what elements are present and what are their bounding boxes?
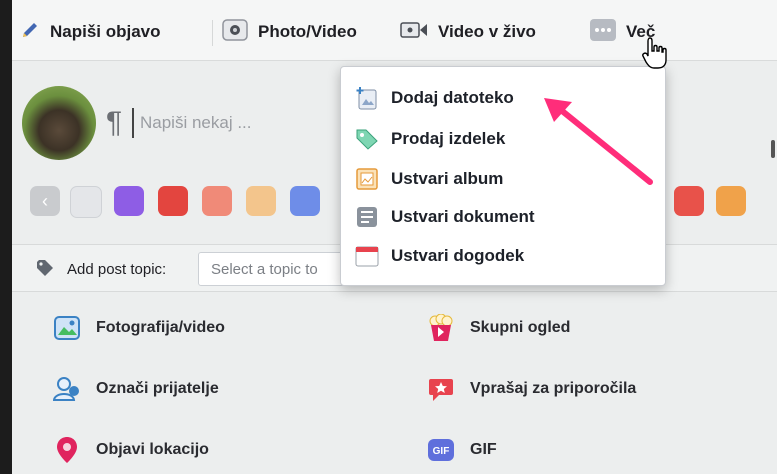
action-tag-friends[interactable]: Označi prijatelje: [52, 374, 219, 404]
action-check-in[interactable]: Objavi lokacijo: [52, 435, 209, 465]
tag-icon: [36, 259, 56, 282]
chevron-left-icon[interactable]: ‹: [30, 186, 60, 216]
color-swatch[interactable]: [202, 186, 232, 216]
action-ask-recommendations[interactable]: Vprašaj za priporočila: [426, 374, 636, 404]
annotation-arrow-icon: [544, 98, 653, 185]
svg-text:GIF: GIF: [433, 446, 450, 457]
document-icon: [355, 205, 379, 229]
add-file-icon: [355, 86, 379, 110]
post-composer: Napiši objavo Photo/Video Video v živo V…: [12, 0, 777, 474]
camera-icon: [222, 18, 248, 46]
action-watch-party-label: Skupni ogled: [470, 319, 571, 336]
color-swatch[interactable]: [290, 186, 320, 216]
color-swatch[interactable]: [674, 186, 704, 216]
tab-write-post[interactable]: Napiši objavo: [20, 18, 161, 46]
color-swatch[interactable]: [70, 186, 102, 218]
recommendation-star-icon: [426, 374, 456, 404]
tag-icon: [355, 127, 379, 151]
tab-write-post-label: Napiši objavo: [50, 22, 161, 41]
avatar[interactable]: [22, 86, 96, 160]
popcorn-icon: [426, 313, 456, 343]
post-text-input[interactable]: [132, 108, 350, 138]
album-icon: [355, 167, 379, 191]
tab-live-video[interactable]: Video v živo: [400, 18, 536, 46]
paragraph-icon[interactable]: ¶: [106, 106, 122, 140]
action-ask-recommendations-label: Vprašaj za priporočila: [470, 380, 637, 397]
menu-item-create-document[interactable]: Ustvari dokument: [355, 202, 535, 232]
action-gif-label: GIF: [470, 441, 497, 458]
menu-item-label: Dodaj datoteko: [391, 88, 514, 107]
color-swatch[interactable]: [114, 186, 144, 216]
scrollbar[interactable]: [771, 140, 775, 158]
color-swatch[interactable]: [158, 186, 188, 216]
menu-item-label: Ustvari album: [391, 169, 504, 188]
menu-item-label: Ustvari dokument: [391, 207, 535, 226]
calendar-icon: [355, 244, 379, 268]
menu-item-create-event[interactable]: Ustvari dogodek: [355, 241, 524, 271]
menu-item-sell-product[interactable]: Prodaj izdelek: [355, 124, 505, 154]
action-photo-video-label: Fotografija/video: [96, 319, 225, 336]
tab-photo-video[interactable]: Photo/Video: [222, 18, 357, 46]
action-tag-friends-label: Označi prijatelje: [96, 380, 219, 397]
hand-cursor-icon: [642, 37, 667, 69]
menu-item-label: Ustvari dogodek: [391, 246, 525, 265]
photo-icon: [52, 313, 82, 343]
more-dots-icon: [590, 18, 616, 46]
tab-photo-video-label: Photo/Video: [258, 22, 357, 41]
topic-label: Add post topic:: [67, 261, 167, 278]
menu-item-label: Prodaj izdelek: [391, 129, 506, 148]
color-swatch[interactable]: [716, 186, 746, 216]
action-photo-video[interactable]: Fotografija/video: [52, 313, 225, 343]
action-gif[interactable]: GIF GIF: [426, 435, 497, 465]
menu-item-create-album[interactable]: Ustvari album: [355, 164, 503, 194]
video-camera-icon: [400, 20, 428, 45]
tab-divider: [212, 20, 213, 46]
pencil-icon: [20, 20, 40, 45]
action-watch-party[interactable]: Skupni ogled: [426, 313, 570, 343]
color-swatch[interactable]: [246, 186, 276, 216]
tag-friends-icon: [52, 374, 82, 404]
action-check-in-label: Objavi lokacijo: [96, 441, 209, 458]
tab-live-video-label: Video v živo: [438, 22, 536, 41]
menu-item-add-file[interactable]: Dodaj datoteko: [355, 83, 514, 113]
gif-icon: GIF: [426, 435, 456, 465]
location-pin-icon: [52, 435, 82, 465]
